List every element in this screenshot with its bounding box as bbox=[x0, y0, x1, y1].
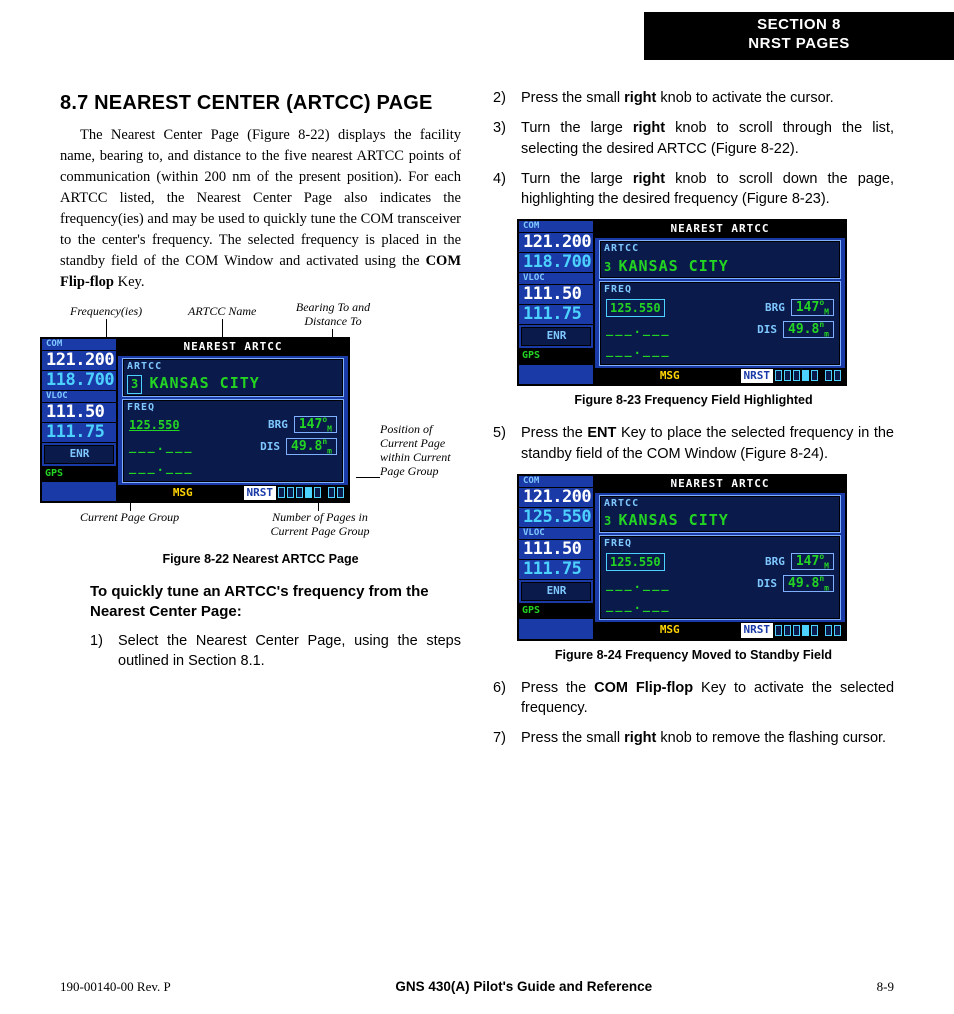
com-standby-22: 118.700 bbox=[42, 371, 116, 391]
section-heading: 8.7 NEAREST CENTER (ARTCC) PAGE bbox=[60, 90, 461, 117]
figure-8-23-wrap: COM 121.200 118.700 VLOC 111.50 111.75 E… bbox=[517, 219, 894, 386]
callout-artcc-name: ARTCC Name bbox=[188, 305, 256, 319]
footer-right: 8-9 bbox=[877, 978, 894, 996]
step-6: 6) Press the COM Flip-flop Key to activa… bbox=[493, 678, 894, 719]
step-5: 5) Press the ENT Key to place the select… bbox=[493, 423, 894, 464]
dis-label: DIS bbox=[260, 440, 280, 453]
fig23-caption: Figure 8-23 Frequency Field Highlighted bbox=[493, 392, 894, 409]
artcc-name: KANSAS CITY bbox=[149, 374, 259, 392]
step-7: 7) Press the small right knob to remove … bbox=[493, 728, 894, 748]
status-bar: MSG NRST bbox=[118, 485, 348, 502]
page-footer: 190-00140-00 Rev. P GNS 430(A) Pilot's G… bbox=[60, 978, 894, 996]
com-standby-moved: 125.550 bbox=[519, 508, 593, 528]
fig22-caption: Figure 8-22 Nearest ARTCC Page bbox=[60, 551, 461, 568]
right-column: 2) Press the small right knob to activat… bbox=[493, 80, 894, 758]
step-3: 3) Turn the large right knob to scroll t… bbox=[493, 118, 894, 159]
gps-label: GPS bbox=[42, 466, 116, 483]
step-4: 4) Turn the large right knob to scroll d… bbox=[493, 169, 894, 210]
com-active: 121.200 bbox=[42, 351, 116, 371]
callout-frequency: Frequency(ies) bbox=[70, 305, 142, 319]
freq-dashes: ___.___ bbox=[129, 438, 194, 454]
freq-label: FREQ bbox=[123, 400, 343, 415]
section-tab-line2: NRST PAGES bbox=[644, 35, 954, 54]
fig24-caption: Figure 8-24 Frequency Moved to Standby F… bbox=[493, 647, 894, 664]
figure-8-22-wrap: Frequency(ies) ARTCC Name Bearing To and… bbox=[60, 305, 461, 545]
vloc-active: 111.50 bbox=[42, 403, 116, 423]
callout-position: Position of Current Page within Current … bbox=[380, 423, 460, 478]
gns-screen-24: COM 121.200 125.550 VLOC 111.50 111.75 E… bbox=[517, 474, 847, 641]
callout-num-pages: Number of Pages in Current Page Group bbox=[260, 511, 380, 539]
gns-left-panel: COM 121.200 118.700 VLOC 111.50 111.75 E… bbox=[42, 339, 118, 501]
dis-val: 49.8nm bbox=[286, 438, 337, 455]
brg-val: 147oM bbox=[294, 416, 337, 433]
intro-a: The Nearest Center Page (Figure 8-22) di… bbox=[60, 127, 461, 269]
step-2: 2) Press the small right knob to activat… bbox=[493, 88, 894, 108]
vloc-standby: 111.75 bbox=[42, 423, 116, 443]
nrst-badge: NRST bbox=[244, 486, 277, 501]
gns-right-panel: NEAREST ARTCC ARTCC 3 KANSAS CITY FREQ bbox=[118, 339, 348, 501]
step1-text: Select the Nearest Center Page, using th… bbox=[118, 631, 461, 672]
figure-8-24-wrap: COM 121.200 125.550 VLOC 111.50 111.75 E… bbox=[517, 474, 894, 641]
artcc-num: 3 bbox=[127, 375, 142, 393]
section-tab-line1: SECTION 8 bbox=[644, 16, 954, 35]
gns-screen-22: COM 121.200 118.700 VLOC 111.50 111.75 E… bbox=[40, 337, 350, 503]
intro-c: Key. bbox=[114, 274, 144, 290]
page-group: NRST bbox=[244, 486, 345, 501]
section-tab: SECTION 8 NRST PAGES bbox=[644, 12, 954, 60]
enr-badge: ENR bbox=[44, 445, 114, 464]
gns-screen-23: COM 121.200 118.700 VLOC 111.50 111.75 E… bbox=[517, 219, 847, 386]
freq-val: 125.550 bbox=[129, 417, 180, 433]
brg-label: BRG bbox=[268, 418, 288, 431]
footer-left: 190-00140-00 Rev. P bbox=[60, 978, 171, 996]
footer-center: GNS 430(A) Pilot's Guide and Reference bbox=[395, 978, 652, 996]
freq-panel: FREQ 125.550 BRG147oM ___.___ DIS49.8nm … bbox=[122, 399, 344, 483]
procedure-title: To quickly tune an ARTCC's frequency fro… bbox=[90, 582, 461, 623]
msg-indicator: MSG bbox=[173, 486, 193, 501]
callout-current-group: Current Page Group bbox=[80, 511, 179, 525]
left-column: 8.7 NEAREST CENTER (ARTCC) PAGE The Near… bbox=[60, 80, 461, 758]
screen-title: NEAREST ARTCC bbox=[118, 339, 348, 356]
callout-brg-dis: Bearing To and Distance To bbox=[290, 301, 376, 329]
intro-paragraph: The Nearest Center Page (Figure 8-22) di… bbox=[60, 125, 461, 293]
artcc-label: ARTCC bbox=[123, 359, 343, 374]
freq-highlighted: 125.550 bbox=[606, 299, 665, 317]
artcc-panel: ARTCC 3 KANSAS CITY bbox=[122, 358, 344, 397]
step-1: 1) Select the Nearest Center Page, using… bbox=[90, 631, 461, 672]
